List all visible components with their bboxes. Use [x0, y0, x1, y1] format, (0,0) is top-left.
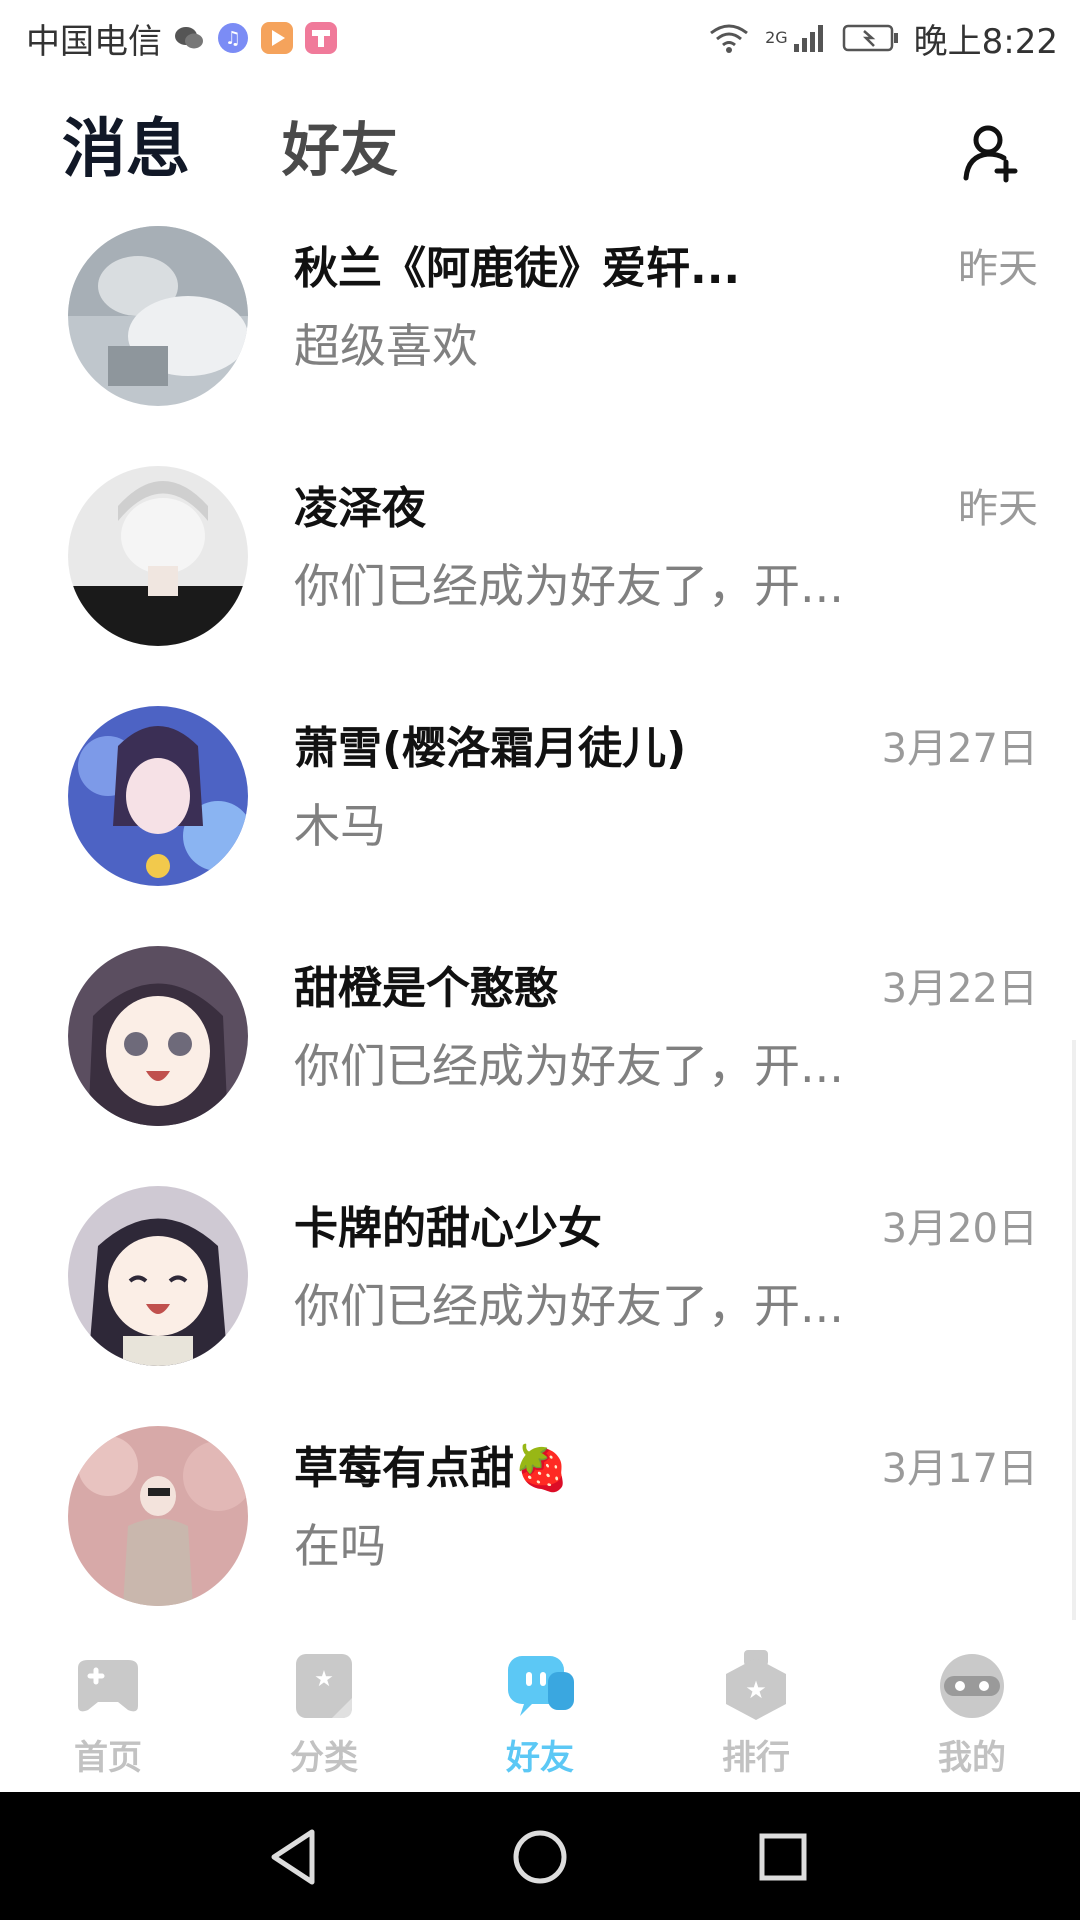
- message-preview: 超级喜欢: [294, 319, 478, 373]
- svg-text:★: ★: [314, 1667, 334, 1692]
- contact-name: 萧雪(樱洛霜月徒儿): [294, 723, 687, 774]
- ranking-icon: ★: [726, 1650, 786, 1720]
- contact-name: 甜橙是个憨憨: [294, 963, 558, 1014]
- nav-home[interactable]: 首页: [28, 1648, 188, 1788]
- conversation-item[interactable]: 卡牌的甜心少女 3月20日 你们已经成为好友了，开...: [0, 1182, 1080, 1422]
- nav-label: 好友: [506, 1738, 574, 1778]
- network-type: 2G: [765, 27, 788, 47]
- nav-label: 首页: [74, 1738, 142, 1778]
- wechat-icon: [175, 27, 203, 49]
- status-bar: 中国电信 ♫ 2G 晚上8:22: [0, 0, 1080, 76]
- tab-friends[interactable]: 好友: [282, 100, 398, 200]
- profile-icon: [940, 1654, 1004, 1718]
- category-icon: ★: [296, 1654, 352, 1718]
- svg-text:♫: ♫: [225, 28, 241, 49]
- avatar: [68, 466, 248, 646]
- nav-profile[interactable]: 我的: [892, 1648, 1052, 1788]
- chat-bubble-icon: [508, 1656, 574, 1716]
- carrier-label: 中国电信: [26, 21, 162, 62]
- contact-name: 草莓有点甜🍓: [294, 1443, 569, 1494]
- message-date: 昨天: [958, 246, 1038, 292]
- clock: 晚上8:22: [913, 21, 1058, 62]
- message-preview: 你们已经成为好友了，开...: [294, 1279, 844, 1333]
- nav-label: 我的: [938, 1738, 1006, 1778]
- message-preview: 你们已经成为好友了，开...: [294, 559, 844, 613]
- conversation-item[interactable]: 萧雪(樱洛霜月徒儿) 3月27日 木马: [0, 702, 1080, 942]
- header: 消息 好友: [0, 100, 1080, 200]
- nav-friends[interactable]: 好友: [460, 1648, 620, 1788]
- message-date: 3月27日: [881, 726, 1038, 772]
- message-date: 3月22日: [881, 966, 1038, 1012]
- recents-icon[interactable]: [748, 1822, 818, 1892]
- conversation-item[interactable]: 凌泽夜 昨天 你们已经成为好友了，开...: [0, 462, 1080, 702]
- avatar: [68, 706, 248, 886]
- message-date: 3月20日: [881, 1206, 1038, 1252]
- system-nav-bar: [0, 1792, 1080, 1920]
- nav-label: 排行: [722, 1738, 790, 1778]
- nav-ranking[interactable]: ★ 排行: [676, 1648, 836, 1788]
- signal-icon: [793, 25, 823, 52]
- scrollbar[interactable]: [1072, 1040, 1076, 1620]
- add-friend-icon[interactable]: [960, 120, 1024, 184]
- conversation-item[interactable]: 秋兰《阿鹿徒》爱轩... 昨天 超级喜欢: [0, 222, 1080, 462]
- message-preview: 木马: [294, 799, 386, 853]
- store-app-icon: [305, 22, 337, 54]
- nav-category[interactable]: ★ 分类: [244, 1648, 404, 1788]
- gamepad-icon: [78, 1660, 138, 1712]
- tab-messages[interactable]: 消息: [62, 100, 190, 200]
- contact-name: 卡牌的甜心少女: [294, 1203, 602, 1254]
- avatar: [68, 226, 248, 406]
- avatar: [68, 1426, 248, 1606]
- message-preview: 在吗: [294, 1519, 386, 1573]
- music-app-icon: ♫: [218, 23, 248, 53]
- avatar: [68, 1186, 248, 1366]
- back-icon[interactable]: [262, 1822, 332, 1892]
- conversation-item[interactable]: 草莓有点甜🍓 3月17日 在吗: [0, 1422, 1080, 1632]
- video-app-icon: [261, 22, 293, 54]
- battery-icon: [842, 24, 898, 52]
- wifi-icon: [710, 24, 748, 53]
- home-icon[interactable]: [505, 1822, 575, 1892]
- bottom-nav: 首页 ★ 分类 好友 ★ 排行 我的: [0, 1632, 1080, 1792]
- contact-name: 凌泽夜: [294, 483, 426, 534]
- conversation-list[interactable]: 秋兰《阿鹿徒》爱轩... 昨天 超级喜欢 凌泽夜 昨天 你们已经成为好友了，开.…: [0, 222, 1080, 1632]
- message-date: 3月17日: [881, 1446, 1038, 1492]
- message-date: 昨天: [958, 486, 1038, 532]
- svg-text:★: ★: [745, 1676, 767, 1704]
- contact-name: 秋兰《阿鹿徒》爱轩...: [294, 243, 741, 294]
- avatar: [68, 946, 248, 1126]
- conversation-item[interactable]: 甜橙是个憨憨 3月22日 你们已经成为好友了，开...: [0, 942, 1080, 1182]
- nav-label: 分类: [290, 1738, 358, 1778]
- message-preview: 你们已经成为好友了，开...: [294, 1039, 844, 1093]
